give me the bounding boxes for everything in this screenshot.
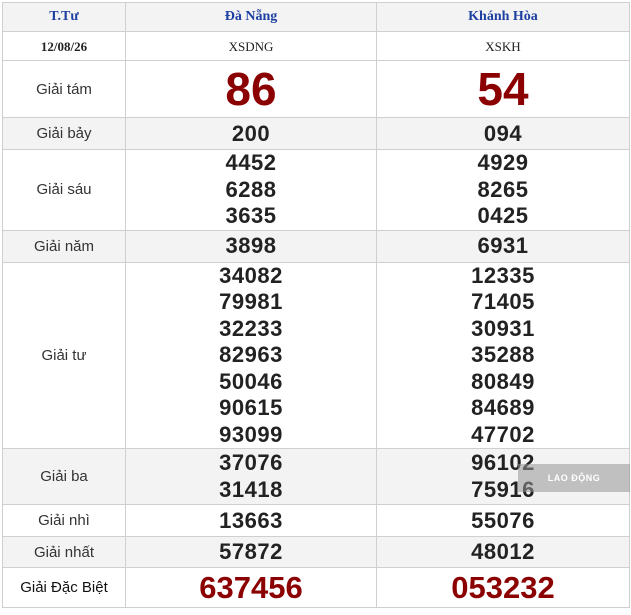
g7-danang: 200 bbox=[125, 117, 377, 150]
g4-number-danang: 79981 bbox=[219, 289, 283, 314]
prize-row-g1: Giải nhất 57872 48012 bbox=[2, 536, 630, 568]
g2-number-danang: 13663 bbox=[219, 507, 283, 533]
g6-khanhhoa: 4929 8265 0425 bbox=[376, 149, 630, 231]
subheader-row: 12/08/26 XSDNG XSKH bbox=[2, 31, 630, 61]
g4-number-khanhhoa: 30931 bbox=[471, 315, 535, 341]
g1-khanhhoa: 48012 bbox=[376, 536, 630, 568]
g8-number-khanhhoa: 54 bbox=[477, 63, 529, 115]
g6-number-khanhhoa: 4929 bbox=[477, 150, 529, 175]
g8-number-danang: 86 bbox=[225, 63, 277, 115]
g4-number-danang: 32233 bbox=[219, 315, 283, 341]
g1-number-danang: 57872 bbox=[219, 539, 283, 564]
prize-label-g5: Giải năm bbox=[2, 229, 126, 263]
code-danang: XSDNG bbox=[125, 31, 377, 61]
g4-number-danang: 90615 bbox=[219, 395, 283, 420]
g7-number-khanhhoa: 094 bbox=[483, 120, 523, 146]
special-danang: 637456 bbox=[125, 567, 377, 608]
g4-number-khanhhoa: 84689 bbox=[471, 395, 535, 420]
special-number-khanhhoa: 053232 bbox=[451, 570, 555, 605]
g6-danang: 4452 6288 3635 bbox=[125, 149, 377, 231]
lottery-results-table: T.Tư Đà Nẵng Khánh Hòa 12/08/26 XSDNG XS… bbox=[2, 2, 630, 608]
code-khanhhoa: XSKH bbox=[376, 31, 630, 61]
g4-number-danang: 50046 bbox=[219, 368, 283, 394]
g7-number-danang: 200 bbox=[231, 120, 271, 146]
g1-danang: 57872 bbox=[125, 536, 377, 568]
g4-khanhhoa: 12335 71405 30931 35288 80849 84689 4770… bbox=[376, 261, 630, 449]
prize-label-g4: Giải tư bbox=[2, 261, 126, 449]
g4-number-khanhhoa: 47702 bbox=[471, 421, 535, 447]
prize-row-g4: Giải tư 34082 79981 32233 82963 50046 90… bbox=[2, 261, 630, 449]
prize-label-g1: Giải nhất bbox=[2, 536, 126, 568]
province-danang[interactable]: Đà Nẵng bbox=[125, 2, 377, 32]
g4-number-khanhhoa: 71405 bbox=[471, 289, 535, 314]
g5-number-danang: 3898 bbox=[225, 233, 277, 258]
prize-row-g2: Giải nhì 13663 55076 bbox=[2, 504, 630, 537]
g2-danang: 13663 bbox=[125, 504, 377, 537]
watermark-logo: LAO ĐỘNG bbox=[518, 464, 630, 492]
g5-khanhhoa: 6931 bbox=[376, 229, 630, 263]
province-khanhhoa[interactable]: Khánh Hòa bbox=[376, 2, 630, 32]
prize-label-g6: Giải sáu bbox=[2, 149, 126, 231]
g5-danang: 3898 bbox=[125, 229, 377, 263]
g8-khanhhoa: 54 bbox=[376, 60, 630, 118]
prize-label-g3: Giải ba bbox=[2, 448, 126, 505]
g1-number-khanhhoa: 48012 bbox=[471, 539, 535, 564]
g4-number-khanhhoa: 12335 bbox=[471, 262, 535, 288]
g4-danang: 34082 79981 32233 82963 50046 90615 9309… bbox=[125, 261, 377, 449]
g6-number-khanhhoa: 0425 bbox=[477, 203, 529, 228]
g8-danang: 86 bbox=[125, 60, 377, 118]
prize-row-g7: Giải bảy 200 094 bbox=[2, 117, 630, 150]
g2-number-khanhhoa: 55076 bbox=[471, 507, 535, 533]
g3-number-danang: 37076 bbox=[219, 450, 283, 475]
g4-number-khanhhoa: 35288 bbox=[471, 342, 535, 367]
header-row: T.Tư Đà Nẵng Khánh Hòa bbox=[2, 2, 630, 32]
day-label: T.Tư bbox=[2, 2, 126, 32]
g6-number-danang: 4452 bbox=[225, 150, 277, 175]
g6-number-danang: 3635 bbox=[225, 203, 277, 228]
prize-label-g7: Giải bảy bbox=[2, 117, 126, 150]
g3-danang: 37076 31418 bbox=[125, 448, 377, 505]
special-khanhhoa: 053232 bbox=[376, 567, 630, 608]
special-number-danang: 637456 bbox=[199, 570, 303, 605]
prize-label-special: Giải Đặc Biệt bbox=[2, 567, 126, 608]
g4-number-danang: 34082 bbox=[219, 262, 283, 288]
prize-label-g8: Giải tám bbox=[2, 60, 126, 118]
prize-label-g2: Giải nhì bbox=[2, 504, 126, 537]
prize-row-g5: Giải năm 3898 6931 bbox=[2, 229, 630, 263]
g4-number-danang: 82963 bbox=[219, 342, 283, 367]
g2-khanhhoa: 55076 bbox=[376, 504, 630, 537]
g6-number-danang: 6288 bbox=[225, 176, 277, 202]
g3-number-danang: 31418 bbox=[219, 476, 283, 502]
prize-row-special: Giải Đặc Biệt 637456 053232 bbox=[2, 567, 630, 608]
g5-number-khanhhoa: 6931 bbox=[477, 233, 529, 258]
prize-row-g8: Giải tám 86 54 bbox=[2, 60, 630, 118]
g6-number-khanhhoa: 8265 bbox=[477, 176, 529, 202]
prize-row-g6: Giải sáu 4452 6288 3635 4929 8265 0425 bbox=[2, 149, 630, 231]
g7-khanhhoa: 094 bbox=[376, 117, 630, 150]
g4-number-khanhhoa: 80849 bbox=[471, 368, 535, 394]
g4-number-danang: 93099 bbox=[219, 421, 283, 447]
draw-date: 12/08/26 bbox=[2, 31, 126, 61]
